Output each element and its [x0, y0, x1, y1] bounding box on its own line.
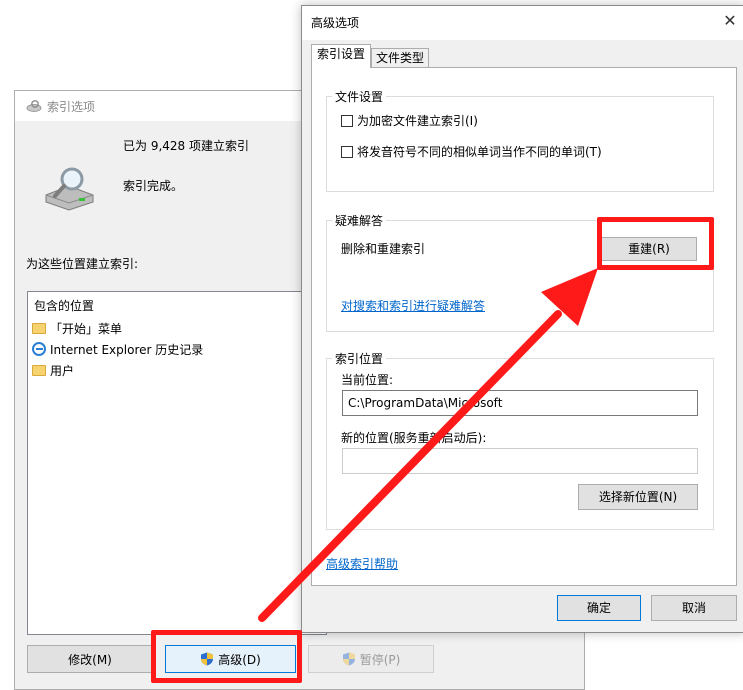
- troubleshooting-legend: 疑难解答: [332, 212, 387, 229]
- folder-icon: [32, 364, 46, 376]
- list-item-label: Internet Explorer 历史记录: [50, 342, 204, 357]
- list-item-label: 用户: [50, 363, 75, 378]
- encrypt-files-checkbox[interactable]: 为加密文件建立索引(I): [341, 112, 478, 129]
- close-icon[interactable]: ✕: [720, 10, 740, 32]
- folder-icon: [32, 322, 46, 334]
- internet-explorer-icon: [32, 342, 46, 356]
- checkbox-label: 为加密文件建立索引(I): [357, 114, 478, 128]
- troubleshoot-search-link[interactable]: 对搜索和索引进行疑难解答: [341, 297, 485, 314]
- drive-search-icon: [45, 167, 94, 211]
- index-location-legend: 索引位置: [332, 350, 387, 367]
- list-item-label: 「开始」菜单: [50, 321, 123, 336]
- checkbox-label: 将发音符号不同的相似单词当作不同的单词(T): [357, 145, 602, 159]
- pause-button-label: 暂停(P): [359, 652, 401, 667]
- indexing-status: 索引完成。: [123, 179, 184, 193]
- indexing-options-title: 索引选项: [47, 100, 96, 114]
- advanced-options-title: 高级选项: [311, 16, 360, 30]
- included-locations-list[interactable]: 包含的位置 「开始」菜单 Internet Explorer 历史记录 用户: [27, 291, 327, 635]
- list-item-ie-history[interactable]: Internet Explorer 历史记录: [32, 339, 203, 359]
- index-locations-label: 为这些位置建立索引:: [26, 257, 139, 271]
- tab-index-settings[interactable]: 索引设置: [311, 44, 371, 68]
- advanced-options-dialog: 高级选项 ✕ 索引设置 文件类型 文件设置 为加密文件建立索引(I) 将发音符号…: [301, 5, 743, 633]
- index-settings-panel: 文件设置 为加密文件建立索引(I) 将发音符号不同的相似单词当作不同的单词(T)…: [311, 67, 737, 586]
- list-item-start-menu[interactable]: 「开始」菜单: [32, 318, 122, 338]
- tab-file-types[interactable]: 文件类型: [371, 48, 429, 69]
- modify-button-label: 修改(M): [68, 652, 112, 667]
- uac-shield-icon: [342, 652, 355, 666]
- rebuild-index-label: 删除和重建索引: [341, 242, 426, 256]
- list-column-header: 包含的位置: [34, 299, 95, 313]
- checkbox-box: [341, 114, 353, 127]
- rebuild-highlight-box: [597, 217, 714, 270]
- new-location-label: 新的位置(服务重新启动后):: [341, 431, 487, 445]
- checkbox-box: [341, 145, 353, 158]
- current-location-label: 当前位置:: [341, 373, 394, 387]
- advanced-highlight-box: [151, 630, 302, 683]
- pause-button[interactable]: 暂停(P): [308, 645, 434, 673]
- cancel-button[interactable]: 取消: [651, 595, 737, 621]
- new-location-field[interactable]: [342, 448, 698, 474]
- indexing-options-icon: [26, 100, 42, 112]
- advanced-options-titlebar: 高级选项 ✕: [302, 6, 743, 40]
- advanced-indexing-help-link[interactable]: 高级索引帮助: [326, 555, 398, 572]
- select-new-location-button[interactable]: 选择新位置(N): [578, 484, 698, 510]
- modify-button[interactable]: 修改(M): [27, 645, 153, 673]
- file-settings-legend: 文件设置: [332, 88, 387, 105]
- current-location-field[interactable]: C:\ProgramData\Microsoft: [342, 390, 698, 416]
- ok-button[interactable]: 确定: [557, 595, 641, 621]
- list-item-users[interactable]: 用户: [32, 360, 74, 380]
- indexed-item-count: 已为 9,428 项建立索引: [123, 139, 249, 153]
- diacritics-checkbox[interactable]: 将发音符号不同的相似单词当作不同的单词(T): [341, 143, 602, 160]
